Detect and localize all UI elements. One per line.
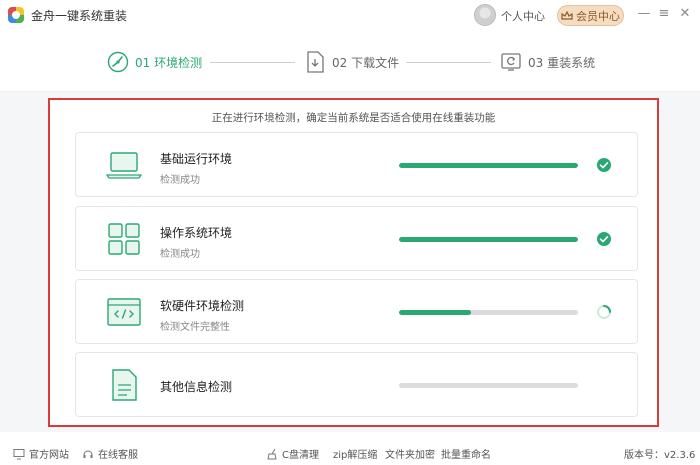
progress-fill: [399, 310, 471, 315]
check-item-os-environment: 操作系统环境 检测成功: [75, 206, 638, 271]
step-connector: [406, 62, 491, 63]
footer-label: 在线客服: [98, 450, 138, 461]
progress-bar: [399, 237, 578, 242]
footer-label: 官方网站: [29, 450, 69, 461]
footer-label: C盘清理: [282, 450, 319, 461]
check-item-other-info: 其他信息检测: [75, 352, 638, 417]
download-file-icon: [304, 51, 326, 73]
official-website-link[interactable]: 官方网站: [13, 446, 69, 461]
progress-bar: [399, 383, 578, 388]
code-window-icon: [106, 294, 142, 330]
check-name: 基础运行环境: [160, 152, 233, 166]
menu-button[interactable]: ≡: [656, 6, 672, 22]
minimize-button[interactable]: —: [636, 6, 652, 22]
check-item-software-hardware: 软硬件环境检测 检测文件完整性: [75, 279, 638, 344]
gauge-icon: [107, 51, 129, 73]
check-name: 其他信息检测: [160, 380, 233, 394]
document-icon: [106, 367, 142, 403]
check-item-basic-runtime: 基础运行环境 检测成功: [75, 132, 638, 197]
progress-bar: [399, 163, 578, 168]
vip-center-label: 会员中心: [576, 9, 620, 23]
crown-icon: [561, 10, 573, 21]
vip-center-button[interactable]: 会员中心: [557, 5, 624, 26]
step-download-files: 02 下载文件: [304, 50, 399, 74]
step-label: 01 环境检测: [135, 55, 203, 70]
check-status: 检测文件完整性: [160, 322, 230, 333]
version-label: 版本号：v2.3.6: [624, 450, 696, 461]
check-panel: 正在进行环境检测，确定当前系统是否适合使用在线重装功能 基础运行环境 检测成功: [48, 98, 659, 427]
online-support-link[interactable]: 在线客服: [82, 446, 138, 461]
step-environment-check: 01 环境检测: [107, 50, 202, 74]
grid-icon: [106, 221, 142, 257]
progress-bar: [399, 310, 578, 315]
c-drive-clean-link[interactable]: C盘清理: [266, 446, 319, 461]
check-status: 检测成功: [160, 249, 200, 260]
batch-rename-link[interactable]: 批量重命名: [441, 446, 491, 461]
progress-fill: [399, 163, 578, 168]
user-center-link[interactable]: 个人中心: [501, 8, 545, 24]
laptop-icon: [105, 147, 143, 183]
step-label: 02 下载文件: [332, 55, 400, 70]
check-name: 操作系统环境: [160, 226, 233, 240]
step-indicator: 01 环境检测 02 下载文件 03 重装系统: [0, 30, 700, 92]
step-connector: [210, 62, 295, 63]
check-notice: 正在进行环境检测，确定当前系统是否适合使用在线重装功能: [211, 112, 496, 124]
footer-bar: 官方网站 在线客服 C盘清理 zip解压缩 文件夹加密 批量重命名 版本号：v2…: [0, 440, 700, 465]
check-success-icon: [596, 157, 612, 173]
progress-fill: [399, 237, 578, 242]
title-bar: 金舟一键系统重装 个人中心 会员中心 — ≡ ✕: [0, 0, 700, 30]
step-label: 03 重装系统: [528, 55, 596, 70]
folder-encrypt-link[interactable]: 文件夹加密: [385, 446, 435, 461]
app-logo-icon: [8, 7, 24, 23]
broom-icon: [266, 448, 278, 460]
loading-spinner-icon: [596, 304, 612, 320]
headset-icon: [82, 448, 94, 460]
step-reinstall-system: 03 重装系统: [500, 50, 595, 74]
monitor-icon: [13, 448, 25, 460]
check-name: 软硬件环境检测: [160, 299, 245, 313]
close-button[interactable]: ✕: [677, 6, 693, 22]
app-title: 金舟一键系统重装: [31, 9, 128, 23]
reinstall-icon: [500, 51, 522, 73]
user-avatar-icon[interactable]: [474, 4, 496, 26]
check-success-icon: [596, 231, 612, 247]
check-status: 检测成功: [160, 175, 200, 186]
zip-link[interactable]: zip解压缩: [333, 446, 377, 461]
